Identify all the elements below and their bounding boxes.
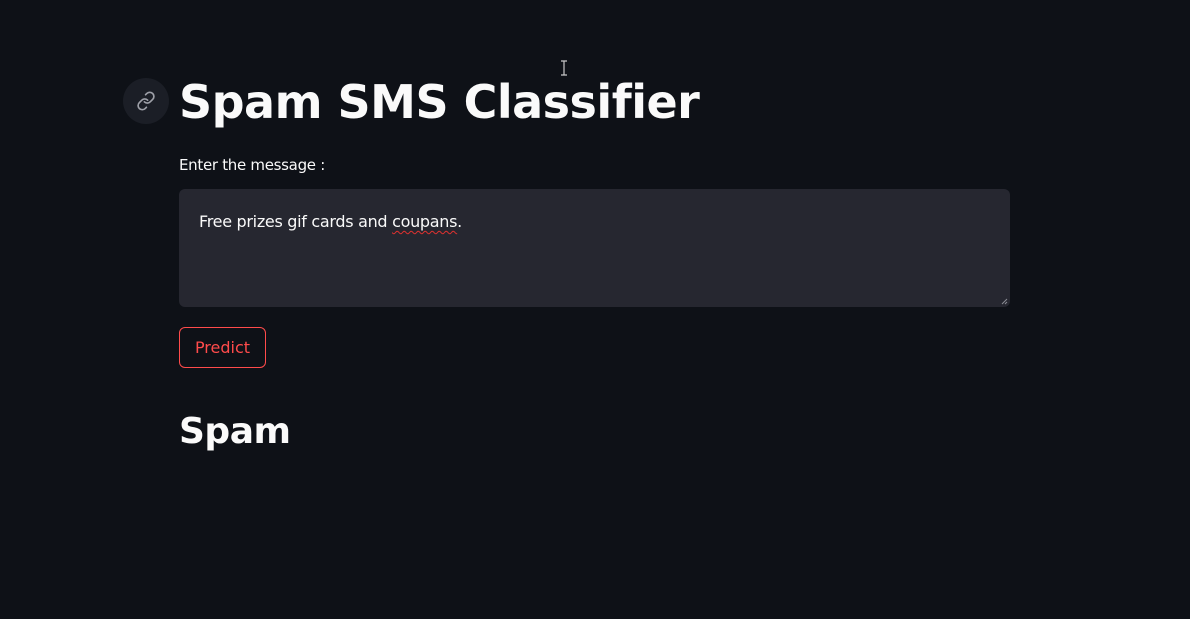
misspelled-word: coupans <box>392 212 458 231</box>
message-textarea[interactable]: Free prizes gif cards and coupans. <box>179 189 1010 307</box>
message-label: Enter the message : <box>179 156 325 174</box>
predict-button[interactable]: Predict <box>179 327 266 368</box>
resize-handle-icon[interactable] <box>1000 297 1008 305</box>
text-cursor-icon <box>561 60 567 76</box>
message-text-end: . <box>457 212 462 231</box>
prediction-result: Spam <box>179 411 291 452</box>
link-icon <box>137 91 155 111</box>
heading-anchor-link[interactable] <box>123 78 169 124</box>
message-text-start: Free prizes gif cards and <box>199 212 393 231</box>
message-text[interactable]: Free prizes gif cards and coupans. <box>199 210 462 234</box>
page-title: Spam SMS Classifier <box>179 75 700 129</box>
app-page: Spam SMS Classifier Enter the message : … <box>0 0 1190 619</box>
